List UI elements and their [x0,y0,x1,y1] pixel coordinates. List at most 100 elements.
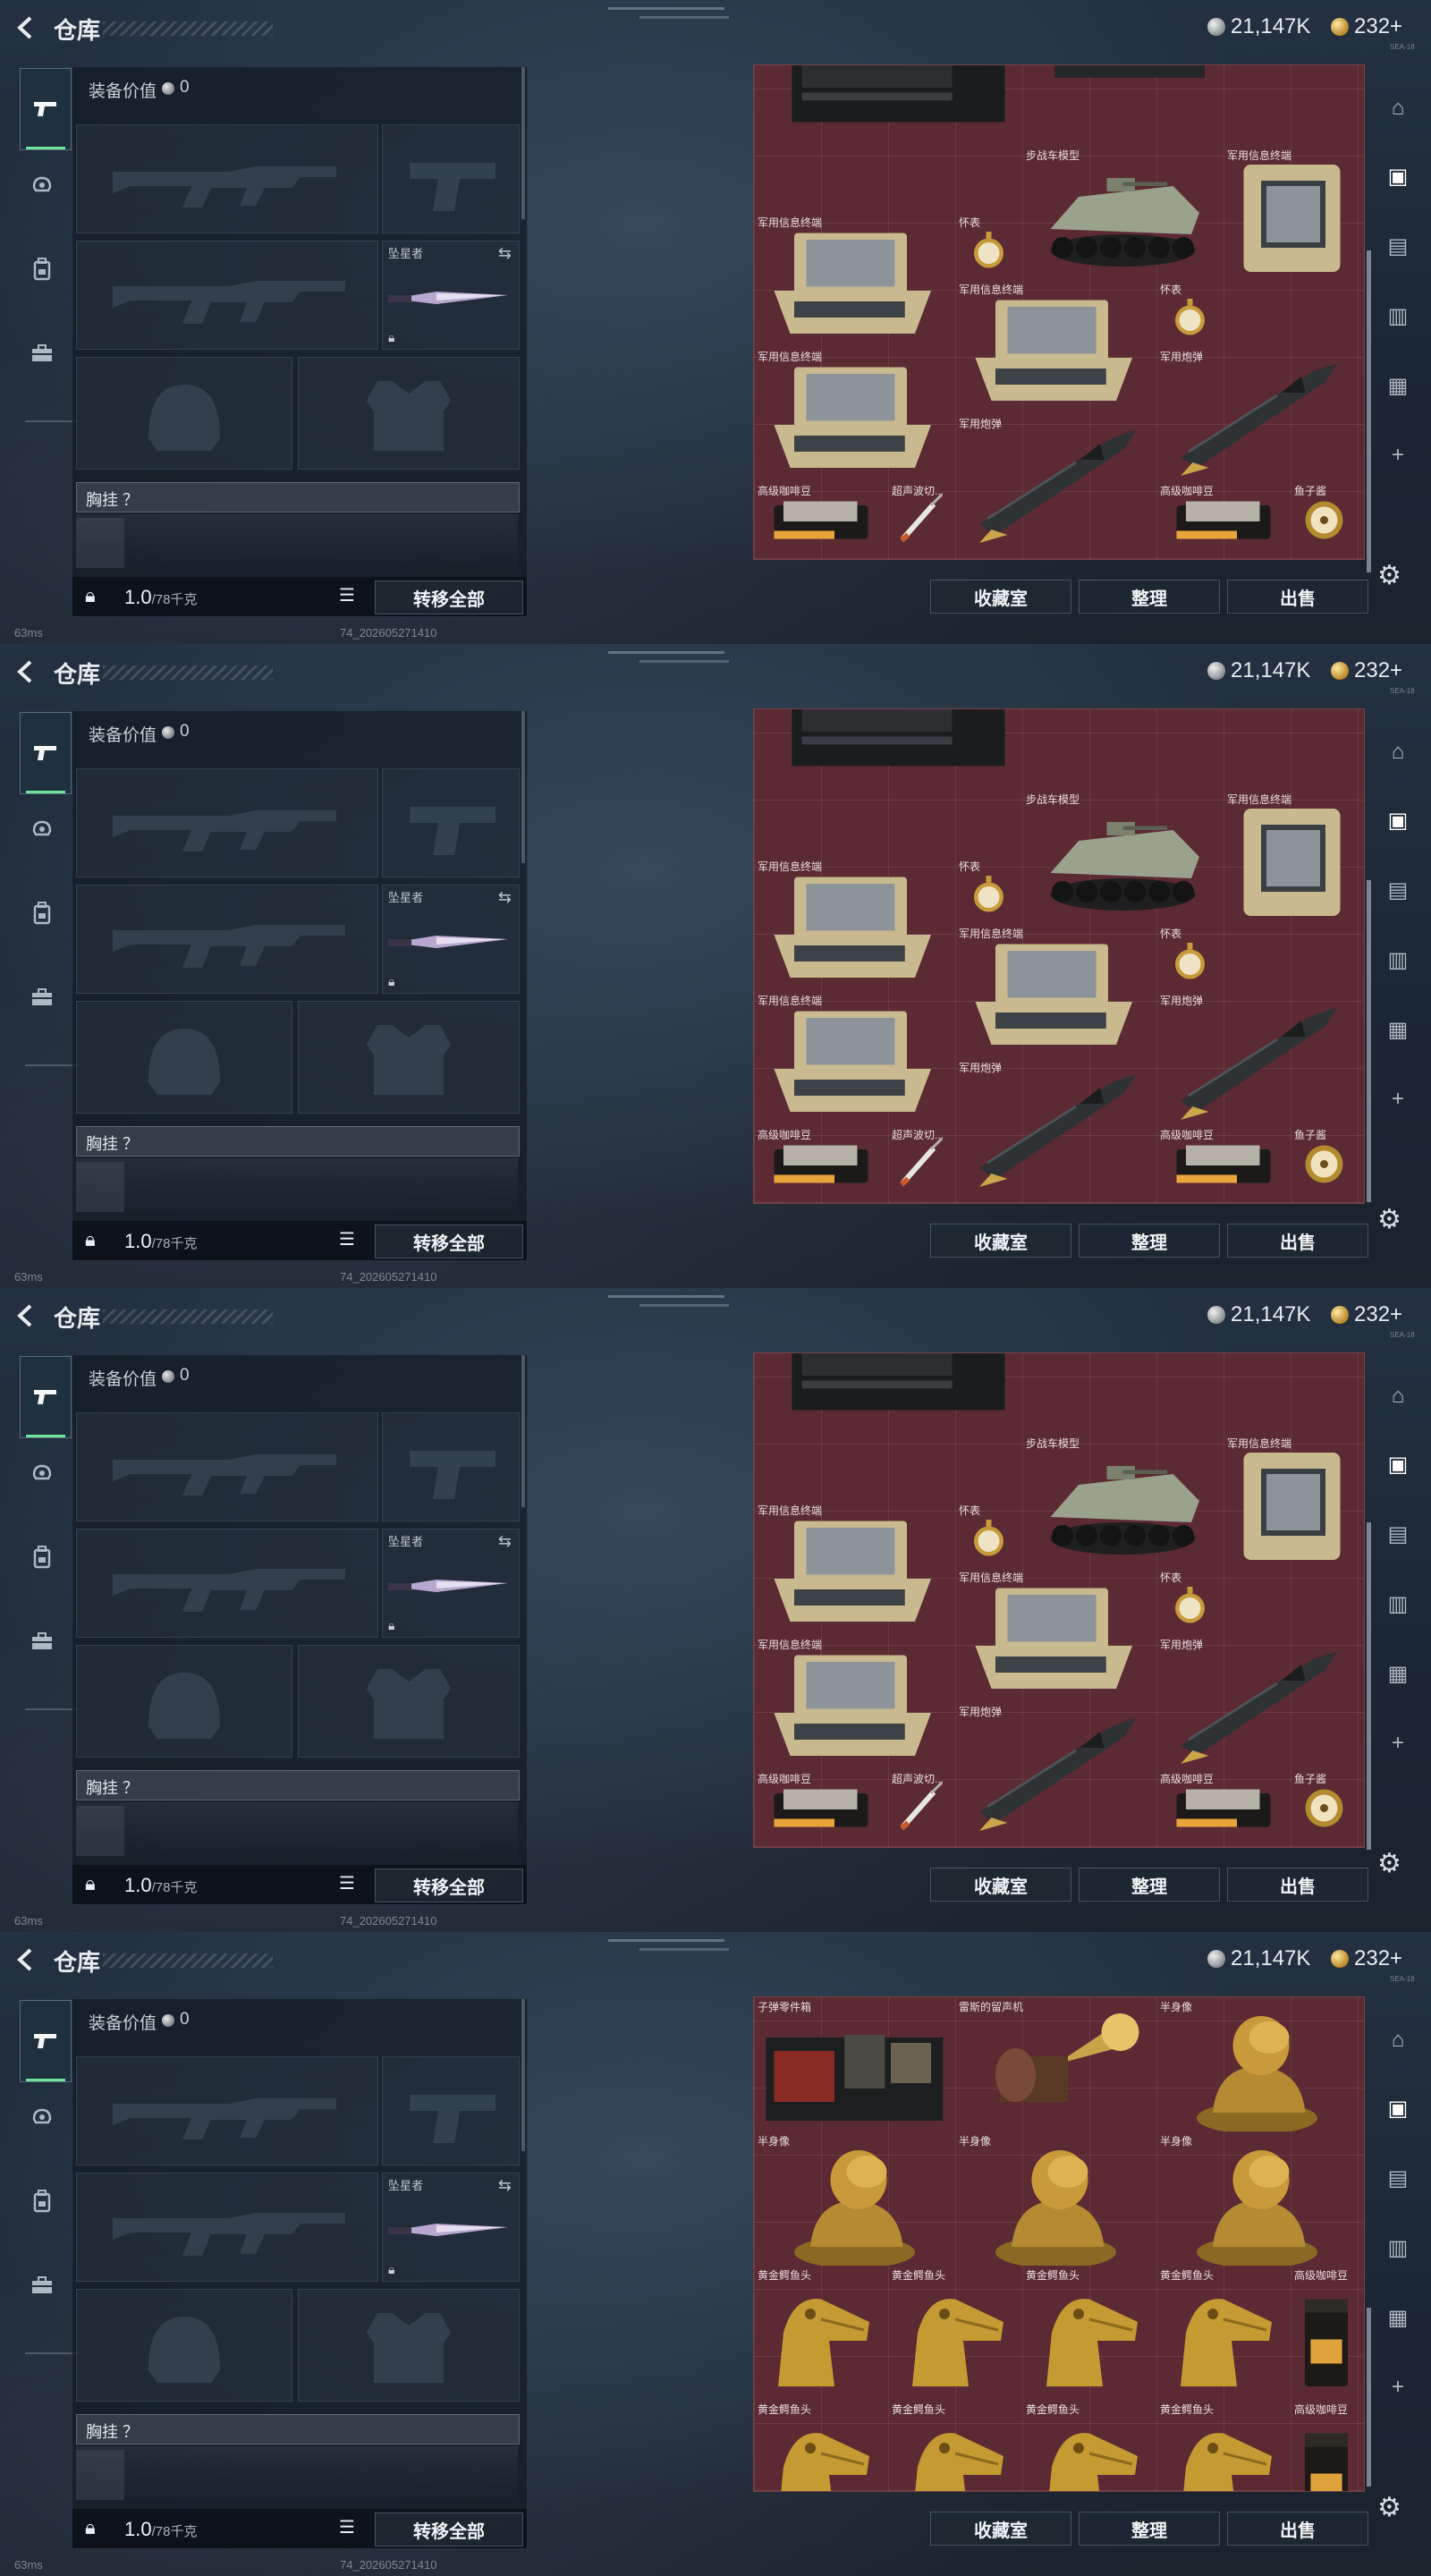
storage-tab-icon[interactable]: ▦ [1377,1009,1418,1050]
equipment-scrollbar[interactable] [521,1355,525,1507]
storage-item-coffee[interactable]: 高级咖啡豆 [754,1769,888,1836]
storage-item-terminal[interactable]: 军用信息终端 [754,213,955,347]
storage-item-ivf[interactable]: 步战车模型 [1022,1434,1224,1568]
storage-tab-camera-icon[interactable]: ▣ [1377,1444,1418,1485]
storage-item-terminal-tall[interactable]: 军用信息终端 [1224,1434,1358,1568]
chest-rig-header[interactable]: 胸挂 ？ [76,1126,520,1157]
storage-item-missile[interactable]: 军用炮弹 [955,414,1156,548]
lock-icon[interactable]: 🔒︎ [85,1228,96,1251]
chest-rig-slots[interactable] [76,1158,518,1214]
chest-rig-header[interactable]: 胸挂 ？ [76,1770,520,1801]
list-icon[interactable]: ☰ [339,1872,355,1894]
storage-tab-icon[interactable]: ▦ [1377,365,1418,406]
storage-item-terminal[interactable]: 军用信息终端 [955,280,1156,414]
storage-scrollbar[interactable] [1367,2308,1371,2487]
tab-case[interactable] [21,2265,63,2306]
tab-case[interactable] [21,1621,63,1662]
storage-item-terminal-tall[interactable]: 军用信息终端 [1224,146,1358,280]
chest-rig-slots[interactable] [76,514,518,570]
storage-tab-camera-icon[interactable]: ▣ [1377,2088,1418,2129]
helmet-slot[interactable] [76,1001,292,1114]
storage-item-watch[interactable]: 怀表 [1156,280,1224,347]
storage-item-croc[interactable]: 黄金鳄鱼头 [1022,2400,1156,2491]
silver-currency[interactable]: 21,147K [1207,14,1310,39]
chest-rig-slots[interactable] [76,1802,518,1858]
storage-item-terminal[interactable]: 军用信息终端 [754,1501,955,1635]
storage-item-watch[interactable]: 怀表 [1156,924,1224,991]
storage-tab-arch-icon[interactable]: ⌂ [1377,732,1418,773]
settings-icon[interactable]: ⚙ [1377,1204,1401,1235]
storage-item-server[interactable] [772,65,1022,137]
armor-slot[interactable] [298,1001,520,1114]
storage-item-terminal[interactable]: 军用信息终端 [754,347,955,481]
storage-tab-icon[interactable]: ▥ [1377,2227,1418,2268]
storage-grid[interactable]: 步战车模型 军用信息终端 军用信息终端 怀表 军用信息终端 怀表 军用信息终端 军用炮弹 军用炮… [753,64,1365,560]
add-icon[interactable]: + [1377,435,1418,476]
list-icon[interactable]: ☰ [339,1228,355,1250]
storage-item-coffee[interactable]: 高级咖啡豆 [1156,481,1291,548]
pistol-slot[interactable] [382,124,520,233]
tab-weapons[interactable] [20,712,72,794]
storage-item-missile[interactable]: 军用炮弹 [955,1058,1156,1192]
storage-tab-icon[interactable]: ▦ [1377,1653,1418,1694]
tab-helmet[interactable] [21,2097,63,2138]
primary-weapon-slot[interactable] [76,1412,378,1521]
add-icon[interactable]: + [1377,1079,1418,1120]
collection-room-button[interactable]: 收藏室 [930,580,1071,614]
secondary-weapon-slot[interactable] [76,2173,378,2282]
lock-icon[interactable]: 🔒︎ [85,1872,96,1895]
melee-slot[interactable]: 坠星者 ⇆ 🔒︎ [382,2173,520,2282]
chest-rig-slot[interactable] [76,518,124,568]
storage-item-croc[interactable]: 黄金鳄鱼头 [754,2266,888,2400]
storage-item-terminal[interactable]: 军用信息终端 [955,924,1156,1058]
primary-weapon-slot[interactable] [76,124,378,233]
silver-currency[interactable]: 21,147K [1207,658,1310,683]
gold-currency[interactable]: 232+ [1331,14,1402,39]
storage-item-terminal[interactable]: 军用信息终端 [754,857,955,991]
storage-item-missile[interactable]: 军用炮弹 [1156,1635,1358,1769]
armor-slot[interactable] [298,2289,520,2402]
gold-currency[interactable]: 232+ [1331,1946,1402,1971]
melee-slot[interactable]: 坠星者 ⇆ 🔒︎ [382,885,520,994]
storage-item-ammo-kit[interactable]: 子弹零件箱 [754,1997,955,2131]
sell-button[interactable]: 出售 [1227,580,1368,614]
storage-item-syringe[interactable]: 超声波切... [888,1125,955,1192]
equipment-scrollbar[interactable] [521,1999,525,2151]
storage-tab-camera-icon[interactable]: ▣ [1377,156,1418,197]
storage-item-croc[interactable]: 黄金鳄鱼头 [1156,2266,1291,2400]
back-arrow-icon[interactable] [13,1302,39,1329]
storage-item-missile[interactable]: 军用炮弹 [955,1702,1156,1836]
chest-rig-slot[interactable] [76,1806,124,1856]
list-icon[interactable]: ☰ [339,2516,355,2538]
organize-button[interactable]: 整理 [1079,580,1220,614]
armor-slot[interactable] [298,357,520,470]
armor-slot[interactable] [298,1645,520,1758]
equipment-scrollbar[interactable] [521,67,525,219]
gold-currency[interactable]: 232+ [1331,658,1402,683]
storage-grid[interactable]: 步战车模型 军用信息终端 军用信息终端 怀表 军用信息终端 怀表 军用信息终端 军用炮弹 军用炮… [753,1352,1365,1848]
sell-button[interactable]: 出售 [1227,1868,1368,1902]
storage-item-croc[interactable]: 黄金鳄鱼头 [888,2266,1022,2400]
storage-item-terminal[interactable]: 军用信息终端 [955,1568,1156,1702]
transfer-all-button[interactable]: 转移全部 [375,1868,523,1902]
storage-item-missile[interactable]: 军用炮弹 [1156,347,1358,481]
storage-item-crate-top[interactable] [1022,65,1237,110]
storage-item-coffee-bag[interactable]: 高级咖啡豆 [1291,2400,1362,2491]
silver-currency[interactable]: 21,147K [1207,1946,1310,1971]
tab-weapons[interactable] [20,1356,72,1438]
storage-item-coffee[interactable]: 高级咖啡豆 [754,481,888,548]
melee-slot[interactable]: 坠星者 ⇆ 🔒︎ [382,1529,520,1638]
storage-item-watch[interactable]: 怀表 [955,213,1022,280]
add-icon[interactable]: + [1377,1723,1418,1764]
sell-button[interactable]: 出售 [1227,1224,1368,1258]
settings-icon[interactable]: ⚙ [1377,1848,1401,1879]
lock-icon[interactable]: 🔒︎ [85,2516,96,2539]
tab-weapons[interactable] [20,2000,72,2082]
tab-helmet[interactable] [21,1453,63,1494]
storage-item-watch[interactable]: 怀表 [1156,1568,1224,1635]
back-arrow-icon[interactable] [13,658,39,685]
secondary-weapon-slot[interactable] [76,1529,378,1638]
storage-item-watch[interactable]: 怀表 [955,1501,1022,1568]
tab-backpack[interactable] [21,893,63,934]
back-arrow-icon[interactable] [13,1946,39,1973]
